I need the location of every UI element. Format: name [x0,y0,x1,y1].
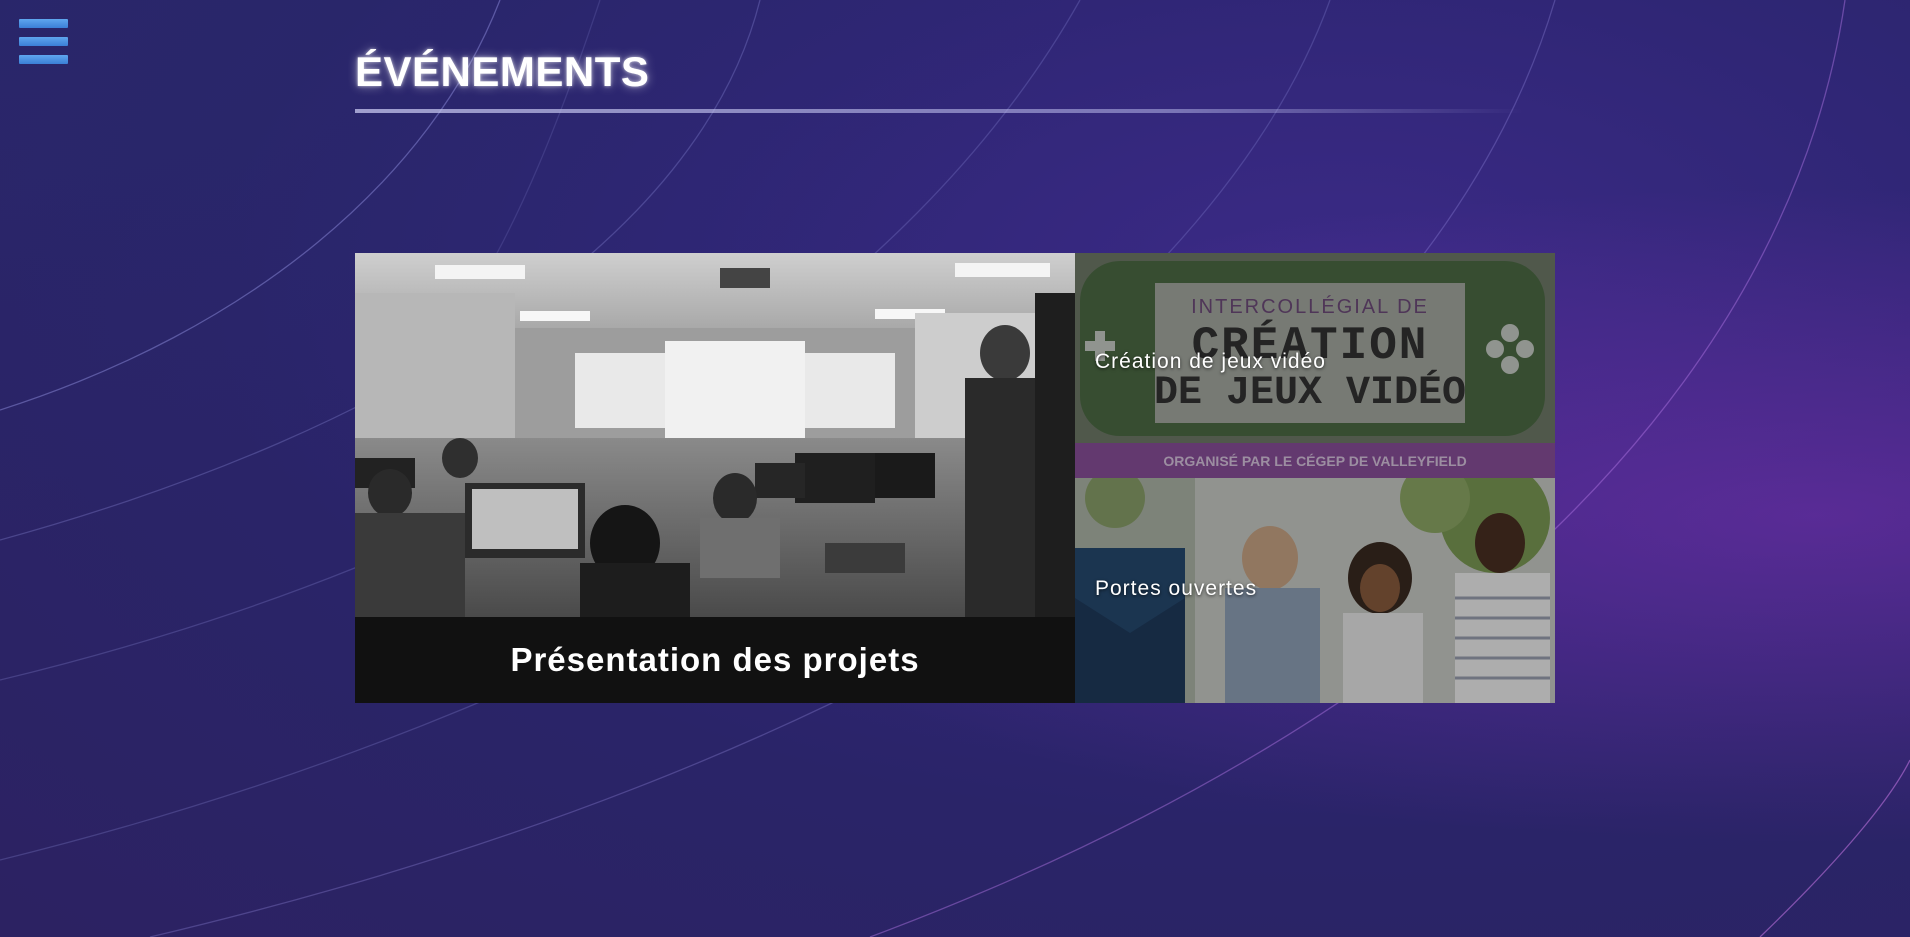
hamburger-menu-button[interactable] [19,19,68,64]
title-divider [355,109,1525,113]
event-label: Portes ouvertes [1095,577,1258,600]
event-label: Création de jeux vidéo [1095,350,1326,373]
events-grid: Présentation des projets INTERCOLLÉGIAL … [355,253,1555,703]
caption-bar: Présentation des projets [355,617,1075,703]
classroom-photo [355,253,1075,617]
event-caption: Présentation des projets [510,641,920,678]
event-card-open-house[interactable]: Portes ouvertes [1075,478,1555,703]
event-card-game-creation[interactable]: INTERCOLLÉGIAL DE CRÉATION DE JEUX VIDÉO… [1075,253,1555,478]
page-title: ÉVÉNEMENTS [355,48,650,95]
event-card-project-presentation[interactable]: Présentation des projets [355,253,1075,703]
